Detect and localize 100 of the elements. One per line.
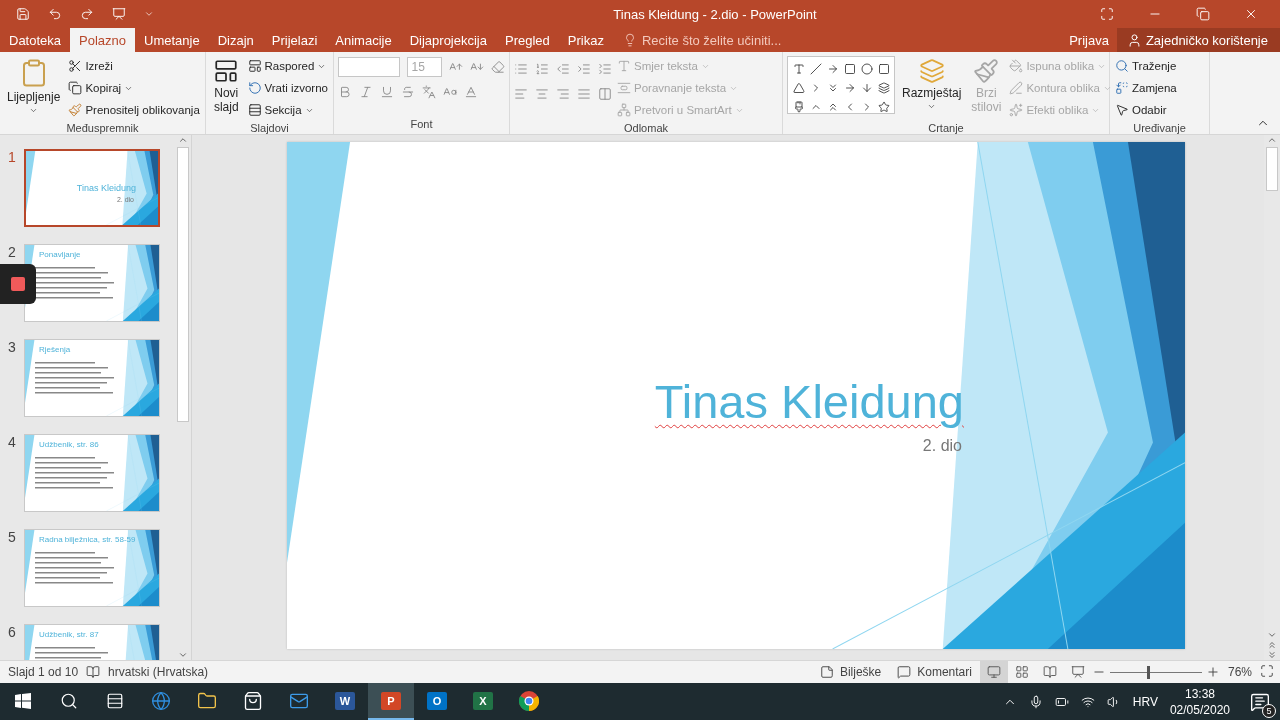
taskbar-button[interactable]: P (368, 683, 414, 720)
align-right-icon[interactable] (556, 87, 570, 101)
paste-button[interactable]: Lijepljenje (4, 56, 64, 120)
scissors-icon (68, 59, 83, 73)
columns-icon[interactable] (598, 87, 612, 101)
slide-number: 2 (8, 244, 17, 262)
ribbon-tab[interactable]: Umetanje (135, 28, 209, 52)
ribbon-tab[interactable]: Prikaz (558, 28, 613, 52)
clock-time: 13:38 (1184, 685, 1215, 702)
justify-icon[interactable] (577, 87, 591, 101)
italic-icon[interactable] (359, 85, 373, 99)
underline-icon[interactable] (380, 85, 394, 99)
clear-format-icon[interactable] (491, 60, 505, 74)
zoom-thumb[interactable] (1146, 665, 1150, 679)
slideshow-icon[interactable] (112, 7, 126, 21)
section-icon (247, 103, 262, 117)
strikethrough-icon[interactable] (401, 85, 415, 99)
next-slide-icon[interactable] (1267, 650, 1277, 660)
scroll-thumb[interactable] (1266, 147, 1278, 191)
language-button[interactable]: hrvatski (Hrvatska) (100, 661, 217, 683)
line-spacing-icon[interactable] (598, 62, 612, 76)
powerpoint-icon: P (381, 691, 401, 710)
ribbon-tab[interactable]: Dijaprojekcija (400, 28, 496, 52)
layout-button[interactable]: Raspored (246, 56, 329, 76)
previous-slide-icon[interactable] (1267, 640, 1277, 650)
record-button[interactable] (0, 264, 36, 304)
zoom-level[interactable]: 76% (1219, 661, 1260, 683)
editing-command[interactable]: Traženje (1114, 56, 1178, 76)
view-button[interactable] (979, 661, 1008, 683)
input-language[interactable]: HRV (1132, 694, 1158, 709)
close-icon[interactable] (1244, 7, 1258, 21)
copy-button[interactable]: Kopiraj (67, 78, 201, 98)
share-button[interactable]: Zajedničko korištenje (1116, 28, 1280, 52)
restore-icon[interactable] (1196, 7, 1210, 21)
ribbon-tab[interactable]: Animacije (326, 28, 401, 52)
scroll-thumb[interactable] (177, 147, 189, 422)
font-color-icon[interactable] (464, 85, 478, 99)
bold-icon[interactable] (338, 85, 352, 99)
save-icon[interactable] (16, 7, 30, 21)
sign-in-link[interactable]: Prijava (1061, 28, 1117, 52)
group-label: Slajdovi (249, 121, 290, 136)
notification-icon[interactable] (1250, 691, 1270, 712)
fit-to-window-icon[interactable] (1260, 663, 1274, 678)
thumbnail-title: Radna bilježnica, str. 58-59 (39, 535, 136, 544)
ribbon-tab[interactable]: Datoteka (0, 28, 71, 52)
section-button[interactable]: Sekcija (246, 100, 329, 120)
notification-count: 5 (1262, 703, 1276, 718)
taskbar-button[interactable]: W (322, 683, 368, 720)
indent-increase-icon[interactable] (577, 62, 591, 76)
indent-decrease-icon[interactable] (556, 62, 570, 76)
ribbon-tab[interactable]: Dizajn (208, 28, 263, 52)
zoom-in-icon[interactable] (1205, 665, 1220, 679)
scroll-down-icon[interactable] (1267, 630, 1277, 640)
taskbar-button[interactable]: O (414, 683, 460, 720)
arrange-button[interactable]: Razmještaj (899, 56, 965, 120)
numbering-icon[interactable] (535, 62, 549, 76)
format-painter-button[interactable]: Prenositelj oblikovanja (67, 100, 201, 120)
arrange-icon (918, 58, 945, 84)
ribbon-tab[interactable]: Prijelazi (262, 28, 327, 52)
thumbnail-title: Rješenja (39, 345, 71, 354)
scroll-up-icon[interactable] (178, 135, 188, 145)
slide-number: 4 (8, 434, 17, 452)
editing-command[interactable]: Zamjena (1114, 78, 1178, 98)
ribbon-tab[interactable]: Pregled (496, 28, 559, 52)
font-name-field[interactable] (338, 57, 400, 77)
editing-command[interactable]: Odabir (1114, 100, 1178, 120)
scroll-up-icon[interactable] (1267, 135, 1277, 145)
wifi-icon[interactable] (1080, 694, 1095, 709)
align-left-icon[interactable] (514, 87, 528, 101)
scrollbar[interactable] (1264, 135, 1280, 660)
ribbon-display-icon[interactable] (1100, 7, 1114, 21)
caret-icon[interactable] (144, 9, 154, 19)
slide-number: 1 (8, 149, 17, 167)
thumbnail-title: Udžbenik, str. 86 (39, 440, 99, 449)
notes-icon (819, 665, 834, 679)
ribbon-tab[interactable]: Polazno (70, 28, 136, 52)
align-center-icon[interactable] (535, 87, 549, 101)
redo-icon[interactable] (80, 7, 94, 21)
block-arrow-icon (843, 81, 856, 94)
slide-canvas[interactable]: Tinas Kleidung 2. dio (287, 142, 1185, 649)
taskbar-button[interactable]: X (460, 683, 506, 720)
microphone-icon[interactable] (1028, 694, 1043, 709)
slideshow-icon (1070, 665, 1085, 679)
notes-button[interactable]: Bilješke (811, 661, 890, 683)
scrollbar[interactable] (175, 135, 191, 660)
scroll-down-icon[interactable] (178, 650, 188, 660)
search-icon (1115, 59, 1129, 73)
text-box-icon (792, 62, 805, 75)
shapes-gallery[interactable] (787, 56, 895, 114)
reset-button[interactable]: Vrati izvorno (246, 78, 329, 98)
undo-icon[interactable] (48, 7, 62, 21)
chrome-icon (519, 690, 539, 711)
bullets-icon[interactable] (514, 62, 528, 76)
comments-button[interactable]: Komentari (889, 661, 980, 683)
tell-me-field[interactable]: Recite što želite učiniti... (641, 32, 782, 48)
group-label: Crtanje (927, 121, 965, 136)
cut-button[interactable]: Izreži (67, 56, 201, 76)
arrow-icon (826, 62, 839, 75)
new-slide-button[interactable]: Novi slajd (210, 56, 243, 120)
search-icon (60, 691, 78, 710)
